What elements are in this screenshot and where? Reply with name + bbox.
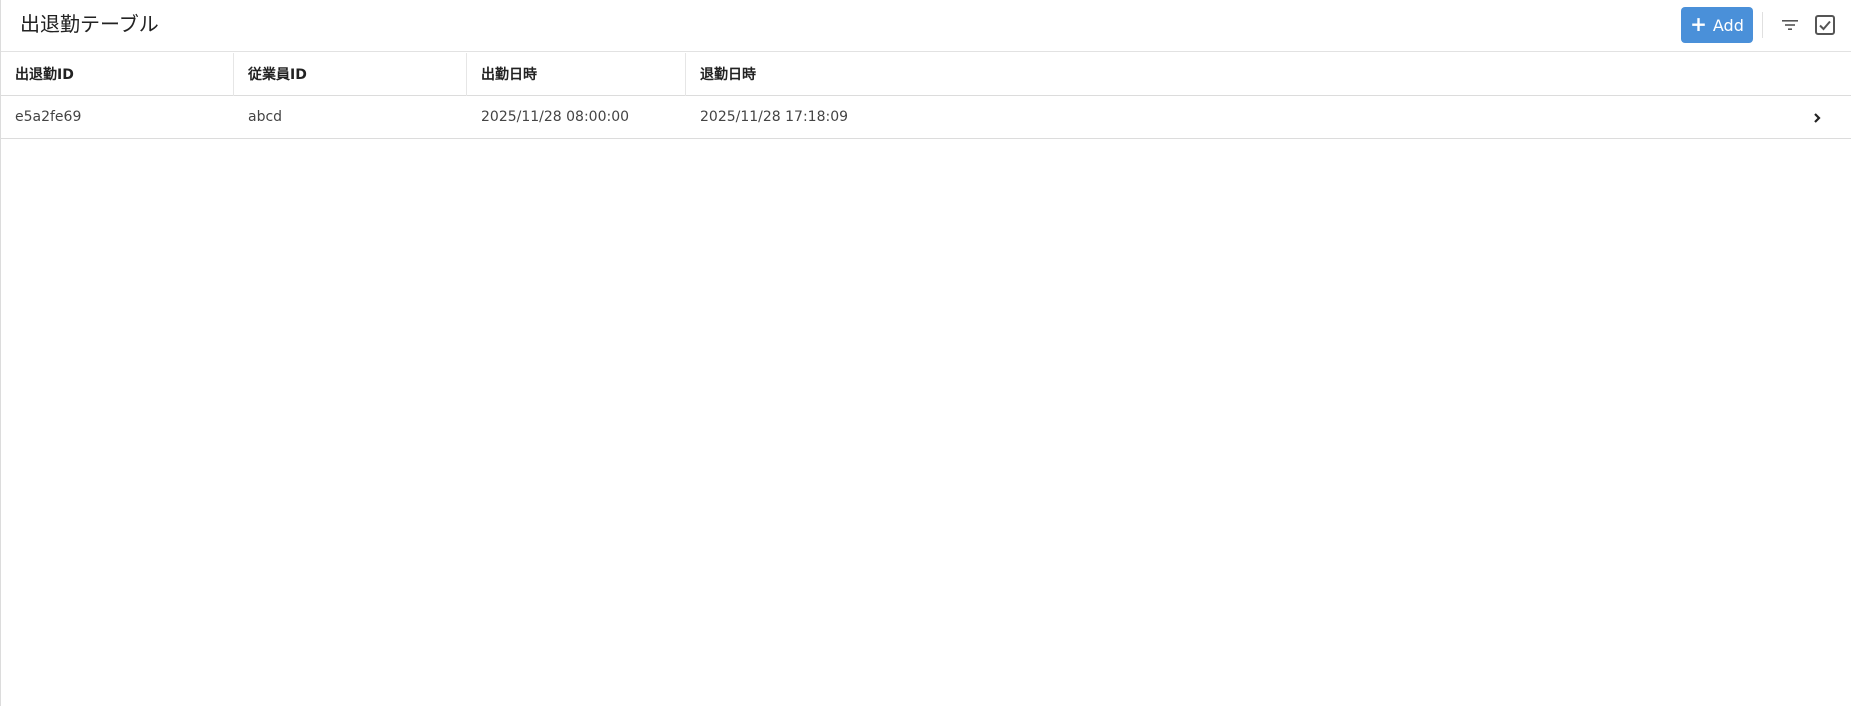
column-header-clock-in[interactable]: 出勤日時 (481, 53, 537, 95)
toolbar: 出退勤テーブル + Add (1, 0, 1851, 52)
column-divider[interactable] (233, 53, 234, 96)
column-header-attendance-id[interactable]: 出退勤ID (15, 53, 74, 95)
chevron-right-icon[interactable] (1807, 108, 1827, 128)
column-header-clock-out[interactable]: 退勤日時 (700, 53, 756, 95)
table-row[interactable]: e5a2fe69 abcd 2025/11/28 08:00:00 2025/1… (1, 96, 1851, 139)
cell-clock-in: 2025/11/28 08:00:00 (481, 109, 630, 125)
cell-clock-out: 2025/11/28 17:18:09 (700, 109, 849, 125)
attendance-table: 出退勤ID 従業員ID 出勤日時 退勤日時 e5a2fe69 abcd 2025… (1, 53, 1851, 139)
table-header: 出退勤ID 従業員ID 出勤日時 退勤日時 (1, 53, 1851, 96)
plus-icon: + (1690, 12, 1707, 36)
add-button-label: Add (1712, 15, 1744, 35)
filter-icon[interactable] (1777, 12, 1803, 38)
cell-employee-id: abcd (248, 109, 283, 125)
column-header-employee-id[interactable]: 従業員ID (248, 53, 307, 95)
cell-attendance-id: e5a2fe69 (15, 109, 82, 125)
checkbox-checked-icon[interactable] (1812, 12, 1838, 38)
page-title: 出退勤テーブル (20, 12, 159, 36)
column-divider[interactable] (466, 53, 467, 96)
column-divider[interactable] (685, 53, 686, 96)
app-window: 出退勤テーブル + Add 出退勤ID 従業員ID 出勤日時 退勤日時 e5a2… (0, 0, 1851, 706)
toolbar-divider (1762, 12, 1763, 38)
add-button[interactable]: + Add (1681, 7, 1753, 43)
